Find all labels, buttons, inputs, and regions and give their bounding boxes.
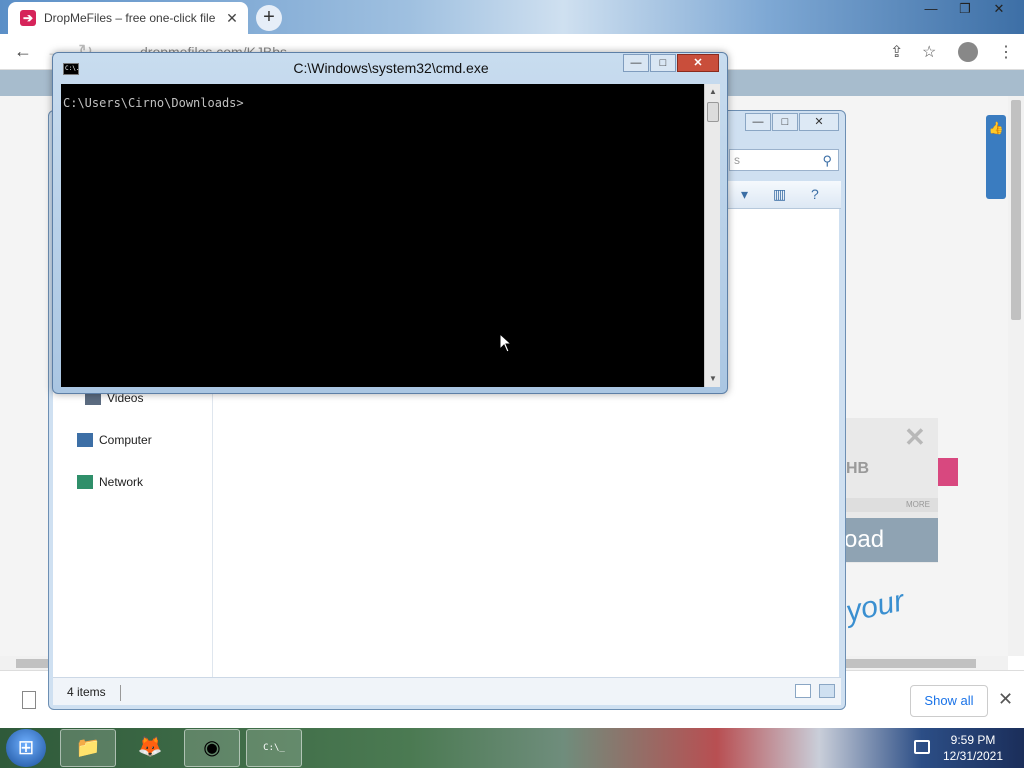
minimize-button[interactable]: — bbox=[623, 54, 649, 72]
scroll-down-icon[interactable]: ▼ bbox=[705, 371, 721, 387]
network-tray-icon[interactable] bbox=[914, 740, 930, 754]
network-icon bbox=[77, 475, 93, 489]
back-arrow-icon[interactable]: ← bbox=[14, 41, 32, 62]
ad-badge-icon bbox=[938, 458, 958, 486]
preview-pane-icon[interactable]: ▥ bbox=[773, 186, 786, 203]
nav-item-computer[interactable]: Computer bbox=[77, 433, 152, 447]
computer-icon bbox=[77, 433, 93, 447]
nav-item-network[interactable]: Network bbox=[77, 475, 143, 489]
clock-date: 12/31/2021 bbox=[942, 749, 1004, 763]
show-all-button[interactable]: Show all bbox=[910, 685, 988, 717]
new-tab-button[interactable]: + bbox=[256, 5, 282, 31]
ad-close-icon[interactable]: ✕ bbox=[904, 422, 926, 453]
minimize-button[interactable]: — bbox=[914, 0, 948, 20]
divider bbox=[119, 684, 121, 701]
share-icon[interactable]: ⇪ bbox=[890, 42, 903, 62]
system-clock[interactable]: 9:59 PM 12/31/2021 bbox=[936, 732, 1010, 764]
cmd-window-controls: — □ ✕ bbox=[622, 54, 719, 72]
search-icon[interactable]: ⚲ bbox=[822, 151, 832, 171]
explorer-window-controls: — □ ✕ bbox=[744, 113, 839, 131]
taskbar-explorer-icon[interactable]: 📁 bbox=[60, 729, 116, 767]
start-button[interactable]: ⊞ bbox=[6, 729, 46, 767]
console-output[interactable]: C:\Users\Cirno\Downloads> bbox=[61, 84, 704, 387]
console-scrollbar[interactable]: ▲ ▼ bbox=[704, 84, 720, 387]
taskbar-firefox-icon[interactable]: 🦊 bbox=[122, 729, 178, 767]
browser-tab[interactable]: ➔ DropMeFiles – free one-click file ✕ bbox=[8, 2, 248, 34]
command-prompt: C:\Users\Cirno\Downloads> bbox=[63, 96, 244, 110]
ad-banner: ✕ HB MORE oad bbox=[844, 418, 958, 563]
help-icon[interactable]: ? bbox=[811, 186, 819, 202]
search-placeholder: s bbox=[734, 153, 740, 167]
explorer-search-input[interactable]: s ⚲ bbox=[729, 149, 839, 171]
clock-time: 9:59 PM bbox=[950, 733, 996, 747]
tab-close-icon[interactable]: ✕ bbox=[224, 10, 240, 27]
minimize-button[interactable]: — bbox=[745, 113, 771, 131]
view-dropdown-icon[interactable]: ▾ bbox=[741, 186, 748, 203]
close-button[interactable]: ✕ bbox=[677, 54, 719, 72]
file-icon bbox=[22, 691, 36, 709]
scroll-thumb[interactable] bbox=[707, 102, 719, 122]
maximize-button[interactable]: □ bbox=[650, 54, 676, 72]
tab-strip: ➔ DropMeFiles – free one-click file ✕ + … bbox=[0, 0, 1024, 34]
item-count: 4 items bbox=[67, 685, 106, 699]
explorer-status-bar: 4 items bbox=[53, 677, 841, 705]
menu-kebab-icon[interactable]: ⋮ bbox=[998, 42, 1014, 62]
nav-item-label: Computer bbox=[99, 433, 152, 447]
details-view-icon[interactable] bbox=[795, 684, 811, 698]
restore-button[interactable]: ❐ bbox=[948, 0, 982, 20]
scroll-thumb[interactable] bbox=[1011, 100, 1021, 320]
maximize-button[interactable]: □ bbox=[772, 113, 798, 131]
close-button[interactable]: ✕ bbox=[799, 113, 839, 131]
page-vertical-scrollbar[interactable] bbox=[1008, 96, 1024, 656]
scroll-up-icon[interactable]: ▲ bbox=[705, 84, 721, 100]
mouse-cursor-icon bbox=[499, 333, 511, 353]
download-bar-close-icon[interactable]: ✕ bbox=[998, 689, 1013, 710]
tab-title: DropMeFiles – free one-click file bbox=[44, 11, 216, 25]
ad-download-button[interactable]: oad bbox=[844, 518, 938, 562]
taskbar: ⊞ 📁 🦊 ◉ C:\_ 9:59 PM 12/31/2021 bbox=[0, 728, 1024, 768]
ad-more-link[interactable]: MORE bbox=[844, 498, 938, 512]
ad-brand-text: HB bbox=[846, 460, 870, 477]
taskbar-chrome-icon[interactable]: ◉ bbox=[184, 729, 240, 767]
browser-window-controls: — ❐ ✕ bbox=[914, 0, 1016, 20]
nav-item-label: Network bbox=[99, 475, 144, 489]
like-thumbs-up-icon[interactable]: 👍 bbox=[986, 115, 1006, 199]
cmd-window: C:\. C:\Windows\system32\cmd.exe — □ ✕ C… bbox=[52, 52, 728, 394]
close-button[interactable]: ✕ bbox=[982, 0, 1016, 20]
taskbar-cmd-icon[interactable]: C:\_ bbox=[246, 729, 302, 767]
profile-avatar[interactable] bbox=[958, 42, 978, 62]
bookmark-star-icon[interactable]: ☆ bbox=[922, 42, 936, 62]
cmd-button-text: C:\_ bbox=[263, 743, 285, 753]
dropmefiles-favicon-icon: ➔ bbox=[20, 10, 36, 26]
large-icons-view-icon[interactable] bbox=[819, 684, 835, 698]
